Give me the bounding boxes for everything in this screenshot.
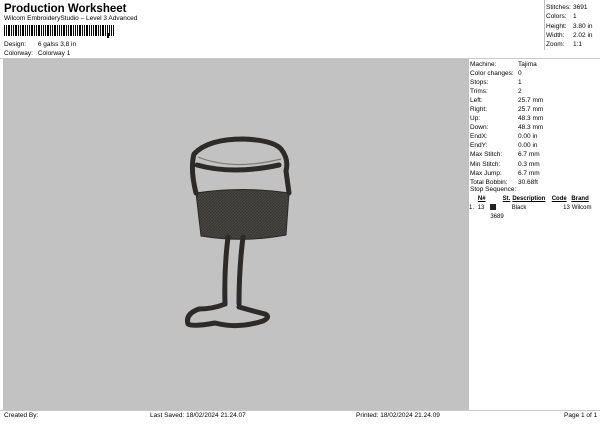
design-value: 6 galss 3,8 in [37,41,77,48]
machine-info-panel: Machine: Tajima Color changes: 0 Stops: 1 T… [470,60,543,187]
machine-row: Right: 25.7 mm [470,106,544,114]
created-by: Created By: [4,412,39,419]
color-swatch [490,204,497,211]
stat-row: Zoom: 1:1 [546,41,583,49]
colorway-value: Colorway 1 [37,50,71,57]
last-saved: Last Saved: 18/02/2024 21.24.07 [150,412,246,419]
machine-row: Max Stitch: 6.7 mm [470,151,540,159]
footer-divider [0,410,600,411]
machine-row: Machine: Tajima [470,61,537,68]
design-label: Design: [4,41,27,48]
machine-row: Max Jump: 6.7 mm [470,169,540,177]
stop-sequence-title: Stop Sequence: [470,186,517,193]
machine-row: Min Stitch: 0.3 mm [470,160,540,168]
glass-stem [222,234,246,307]
machine-row: EndX: 0.00 in [470,133,538,141]
software-name: Wilcom EmbroideryStudio – Level 3 Advanc… [4,15,138,22]
machine-row: EndY: 0.00 in [470,142,538,150]
machine-row: Down: 48.3 mm [470,124,544,132]
glass-base [185,301,271,329]
panel-divider [468,59,469,410]
colorway-row: Colorway: Colorway 1 [4,50,70,57]
machine-row: Color changes: 0 [470,70,522,78]
col-code: Code [551,196,567,202]
page-number: Page 1 of 1 [564,412,598,419]
stats-divider [544,0,545,50]
stat-row: Height: 3.80 in [546,22,593,30]
stat-row: Width: 2.02 in [546,31,593,39]
machine-row: Left: 25.7 mm [470,97,544,105]
col-description: Description [512,196,546,202]
page-title: Production Worksheet [4,3,127,15]
printed-date: Printed: 18/02/2024 21.24.09 [356,412,440,419]
glass-rim-highlight [197,156,282,166]
stat-row: Colors: 1 [546,13,577,21]
machine-row: Stops: 1 [470,79,522,87]
stats-panel: Stitches: 3691 Colors: 1 Height: 3.80 in Wi… [546,3,593,49]
barcode [4,25,114,38]
design-preview [3,59,468,410]
colorway-label: Colorway: [4,50,33,57]
stop-table-header: N# St. Description Code Brand [469,195,597,204]
glass-bowl-fill [195,189,290,240]
stop-sequence-table: N# St. Description Code Brand 1. 13 3689… [469,195,597,220]
machine-row: Up: 48.3 mm [470,115,544,123]
design-row: Design: 6 galss 3,8 in [4,41,76,48]
glass-rim-outline [189,136,292,196]
wine-glass-embroidery [185,136,292,329]
stat-row: Stitches: 3691 [546,4,588,11]
machine-row: Trims: 2 [470,88,522,96]
col-n: N# [477,196,486,202]
col-brand: Brand [571,196,589,202]
col-stitches: St. [502,196,511,202]
table-row: 1. 13 3689 Black 13 Wilcom [469,204,592,220]
